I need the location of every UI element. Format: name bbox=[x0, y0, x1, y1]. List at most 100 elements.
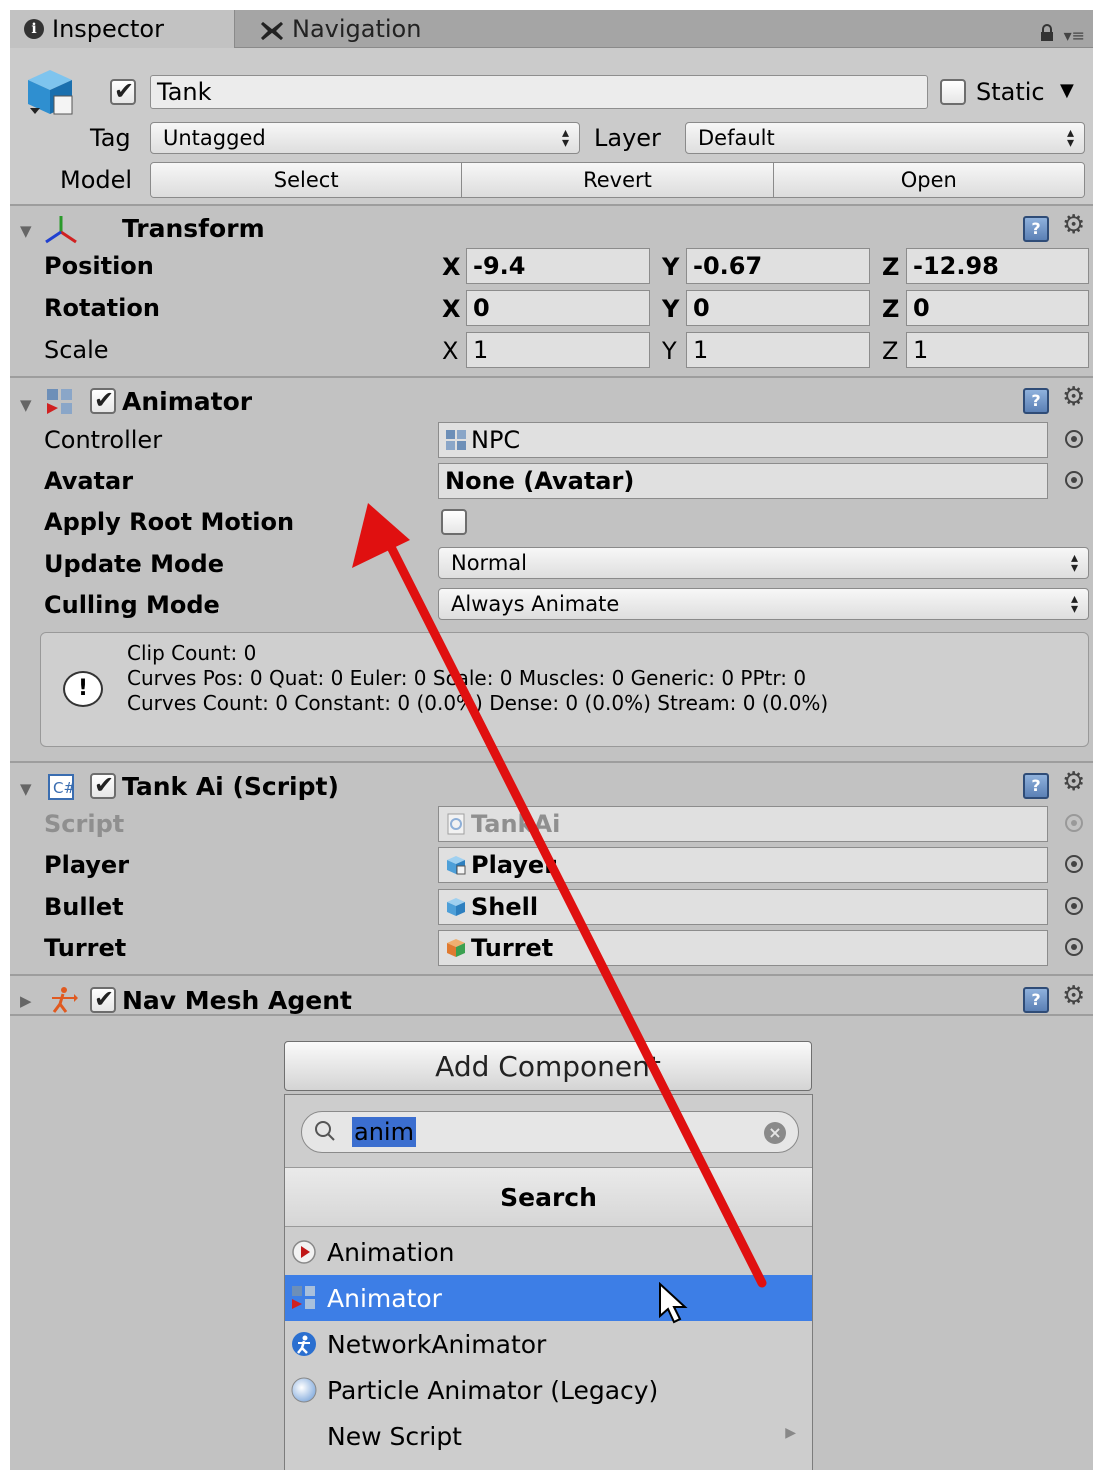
apply-root-motion-checkbox[interactable] bbox=[441, 509, 467, 535]
script-field: TankAi bbox=[438, 806, 1048, 842]
turret-label: Turret bbox=[44, 934, 127, 962]
popup-item-label: NetworkAnimator bbox=[327, 1329, 547, 1359]
position-z-field[interactable]: -12.98 bbox=[906, 248, 1089, 284]
rotation-y-field[interactable]: 0 bbox=[686, 290, 870, 326]
layer-dropdown[interactable]: Default ▴ ▾ bbox=[685, 122, 1085, 154]
gear-icon[interactable]: ⚙ bbox=[1062, 981, 1085, 1011]
scale-x-label[interactable]: X bbox=[442, 337, 458, 365]
object-picker-icon[interactable] bbox=[1065, 855, 1083, 873]
bullet-field[interactable]: Shell bbox=[438, 889, 1048, 925]
object-picker-icon[interactable] bbox=[1065, 430, 1083, 448]
scale-y-field[interactable]: 1 bbox=[686, 332, 870, 368]
culling-mode-value: Always Animate bbox=[451, 592, 620, 616]
rotation-y-label[interactable]: Y bbox=[662, 295, 679, 323]
culling-mode-dropdown[interactable]: Always Animate ▴ ▾ bbox=[438, 588, 1089, 620]
popup-item-label: New Script bbox=[327, 1421, 462, 1451]
object-picker-icon[interactable] bbox=[1065, 471, 1083, 489]
add-component-button[interactable]: Add Component bbox=[284, 1041, 812, 1091]
turret-value: Turret bbox=[471, 934, 554, 962]
static-dropdown-arrow-icon[interactable]: ▼ bbox=[1060, 80, 1074, 101]
popup-item-network-animator[interactable]: NetworkAnimator bbox=[285, 1321, 812, 1367]
position-x-field[interactable]: -9.4 bbox=[466, 248, 650, 284]
scale-y-label[interactable]: Y bbox=[662, 337, 677, 365]
script-label: Script bbox=[44, 810, 125, 838]
tank-ai-foldout-icon[interactable]: ▼ bbox=[20, 780, 32, 798]
rotation-x-field[interactable]: 0 bbox=[466, 290, 650, 326]
animator-foldout-icon[interactable]: ▼ bbox=[20, 396, 32, 414]
model-select-button[interactable]: Select bbox=[151, 163, 463, 197]
tank-ai-enabled-checkbox[interactable] bbox=[90, 771, 116, 799]
animation-icon bbox=[291, 1239, 317, 1265]
panel-menu-icon[interactable]: ▾≡ bbox=[1064, 26, 1085, 45]
player-field[interactable]: Player bbox=[438, 847, 1048, 883]
dropdown-arrows-icon: ▴ ▾ bbox=[1070, 550, 1078, 576]
search-query-text[interactable]: anim bbox=[352, 1117, 416, 1147]
culling-mode-label: Culling Mode bbox=[44, 591, 220, 619]
avatar-field[interactable]: None (Avatar) bbox=[438, 463, 1048, 499]
popup-item-label: Animator bbox=[327, 1283, 442, 1313]
nav-mesh-agent-foldout-icon[interactable]: ▶ bbox=[20, 992, 32, 1010]
popup-item-new-script[interactable]: New Script ▶ bbox=[285, 1413, 812, 1459]
static-checkbox[interactable] bbox=[940, 79, 966, 105]
position-z-label[interactable]: Z bbox=[882, 253, 899, 281]
help-icon[interactable]: ? bbox=[1023, 388, 1049, 414]
update-mode-dropdown[interactable]: Normal ▴ ▾ bbox=[438, 547, 1089, 579]
object-name-field[interactable]: Tank bbox=[150, 75, 928, 109]
tab-inspector[interactable]: i Inspector bbox=[10, 10, 235, 48]
tag-dropdown[interactable]: Untagged ▴ ▾ bbox=[150, 122, 580, 154]
gear-icon[interactable]: ⚙ bbox=[1062, 210, 1085, 240]
tab-inspector-label: Inspector bbox=[52, 15, 164, 43]
clear-search-icon[interactable]: × bbox=[764, 1122, 786, 1144]
component-search-input[interactable]: anim × bbox=[301, 1111, 799, 1153]
object-picker-icon[interactable] bbox=[1065, 938, 1083, 956]
gameobject-cube-icon bbox=[24, 66, 76, 118]
popup-item-animator[interactable]: Animator bbox=[285, 1275, 812, 1321]
tab-bar: i Inspector Navigation ▾≡ bbox=[10, 10, 1093, 48]
rotation-label: Rotation bbox=[44, 294, 160, 322]
model-open-button[interactable]: Open bbox=[773, 163, 1084, 197]
lock-icon[interactable] bbox=[1039, 20, 1055, 41]
nav-mesh-agent-icon bbox=[48, 986, 78, 1014]
info-exclamation-icon: ! bbox=[63, 671, 103, 707]
scale-x-field[interactable]: 1 bbox=[466, 332, 650, 368]
scale-z-label[interactable]: Z bbox=[882, 337, 898, 365]
transform-foldout-icon[interactable]: ▼ bbox=[20, 222, 32, 240]
popup-item-particle-animator[interactable]: Particle Animator (Legacy) bbox=[285, 1367, 812, 1413]
help-icon[interactable]: ? bbox=[1023, 216, 1049, 242]
mouse-cursor-icon bbox=[658, 1281, 690, 1326]
network-animator-icon bbox=[291, 1331, 317, 1357]
info-icon: i bbox=[24, 19, 44, 39]
dropdown-arrows-icon: ▴ ▾ bbox=[561, 125, 569, 151]
help-icon[interactable]: ? bbox=[1023, 987, 1049, 1013]
info-line: Curves Pos: 0 Quat: 0 Euler: 0 Scale: 0 … bbox=[127, 666, 807, 690]
rotation-z-field[interactable]: 0 bbox=[906, 290, 1089, 326]
object-header: Tank Static ▼ Tag Untagged ▴▾ Layer Defa… bbox=[10, 48, 1093, 206]
tab-navigation[interactable]: Navigation bbox=[246, 10, 435, 48]
rotation-z-label[interactable]: Z bbox=[882, 295, 899, 323]
static-label: Static bbox=[976, 78, 1045, 106]
position-y-field[interactable]: -0.67 bbox=[686, 248, 870, 284]
model-revert-button[interactable]: Revert bbox=[462, 163, 774, 197]
transform-title: Transform bbox=[122, 214, 265, 243]
layer-value: Default bbox=[698, 126, 775, 150]
active-checkbox[interactable] bbox=[110, 77, 136, 105]
animator-enabled-checkbox[interactable] bbox=[90, 386, 116, 414]
gear-icon[interactable]: ⚙ bbox=[1062, 382, 1085, 412]
object-picker-icon[interactable] bbox=[1065, 897, 1083, 915]
script-value: TankAi bbox=[471, 810, 561, 838]
turret-field[interactable]: Turret bbox=[438, 930, 1048, 966]
popup-item-animation[interactable]: Animation bbox=[285, 1229, 812, 1275]
nav-mesh-agent-enabled-checkbox[interactable] bbox=[90, 985, 116, 1013]
position-y-label[interactable]: Y bbox=[662, 253, 679, 281]
apply-root-motion-label: Apply Root Motion bbox=[44, 508, 295, 536]
popup-header: Search bbox=[285, 1167, 812, 1227]
bullet-value: Shell bbox=[471, 893, 539, 921]
popup-item-label: Animation bbox=[327, 1237, 455, 1267]
help-icon[interactable]: ? bbox=[1023, 773, 1049, 799]
controller-field[interactable]: NPC bbox=[438, 422, 1048, 458]
animator-info-box: ! Clip Count: 0 Curves Pos: 0 Quat: 0 Eu… bbox=[40, 632, 1089, 747]
scale-z-field[interactable]: 1 bbox=[906, 332, 1089, 368]
position-x-label[interactable]: X bbox=[442, 253, 461, 281]
gear-icon[interactable]: ⚙ bbox=[1062, 767, 1085, 797]
rotation-x-label[interactable]: X bbox=[442, 295, 461, 323]
